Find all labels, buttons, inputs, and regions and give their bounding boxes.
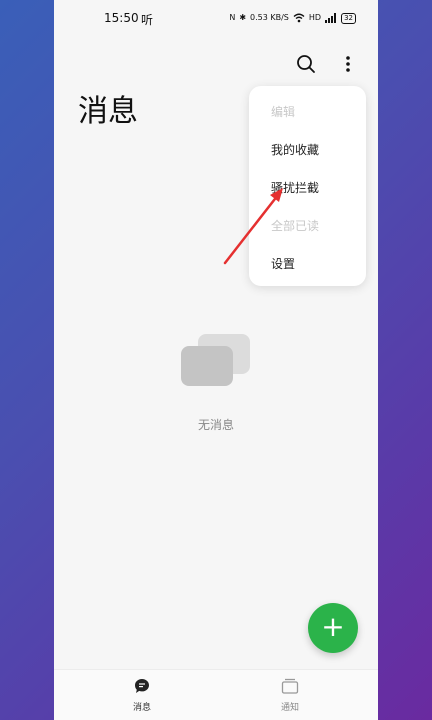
header-actions xyxy=(294,52,360,76)
wifi-icon xyxy=(293,13,305,23)
menu-item-spam-block[interactable]: 骚扰拦截 xyxy=(271,179,319,196)
message-bubble-icon xyxy=(135,679,149,693)
nav-label-messages: 消息 xyxy=(132,703,151,713)
status-icons: N ✱ 0.53 KB/S HD 32 xyxy=(229,12,356,24)
menu-item-favorites[interactable]: 我的收藏 xyxy=(271,141,319,158)
phone-screen: 15:50 听 N ✱ 0.53 KB/S HD 32 消息 无消息 编辑 我的… xyxy=(54,0,378,720)
empty-state-text: 无消息 xyxy=(197,418,234,432)
signal-icon xyxy=(325,13,337,23)
overflow-menu: 编辑 我的收藏 骚扰拦截 全部已读 设置 xyxy=(249,86,366,286)
page-title: 消息 xyxy=(78,94,138,129)
new-message-button[interactable]: + xyxy=(308,603,358,653)
nfc-icon: N xyxy=(229,13,236,22)
battery-icon: 32 xyxy=(341,12,356,24)
empty-messages-icon xyxy=(181,334,251,388)
menu-item-settings[interactable]: 设置 xyxy=(271,255,295,272)
status-time: 15:50 xyxy=(104,11,139,25)
nav-item-notifications[interactable]: 通知 xyxy=(250,678,330,713)
bottom-nav: 消息 通知 xyxy=(54,669,378,720)
status-listen-icon: 听 xyxy=(141,13,154,27)
nav-label-notifications: 通知 xyxy=(280,703,299,713)
network-speed: 0.53 KB/S xyxy=(250,13,289,22)
search-icon[interactable] xyxy=(294,52,318,76)
bluetooth-icon: ✱ xyxy=(239,13,247,22)
menu-item-mark-all-read[interactable]: 全部已读 xyxy=(271,217,319,234)
menu-item-edit[interactable]: 编辑 xyxy=(271,103,295,120)
nav-item-messages[interactable]: 消息 xyxy=(102,678,182,713)
more-vertical-icon[interactable] xyxy=(336,52,360,76)
notification-icon xyxy=(281,678,299,694)
hd-icon: HD xyxy=(308,13,322,22)
status-bar: 15:50 听 N ✱ 0.53 KB/S HD 32 xyxy=(54,0,378,38)
plus-icon: + xyxy=(321,610,345,643)
